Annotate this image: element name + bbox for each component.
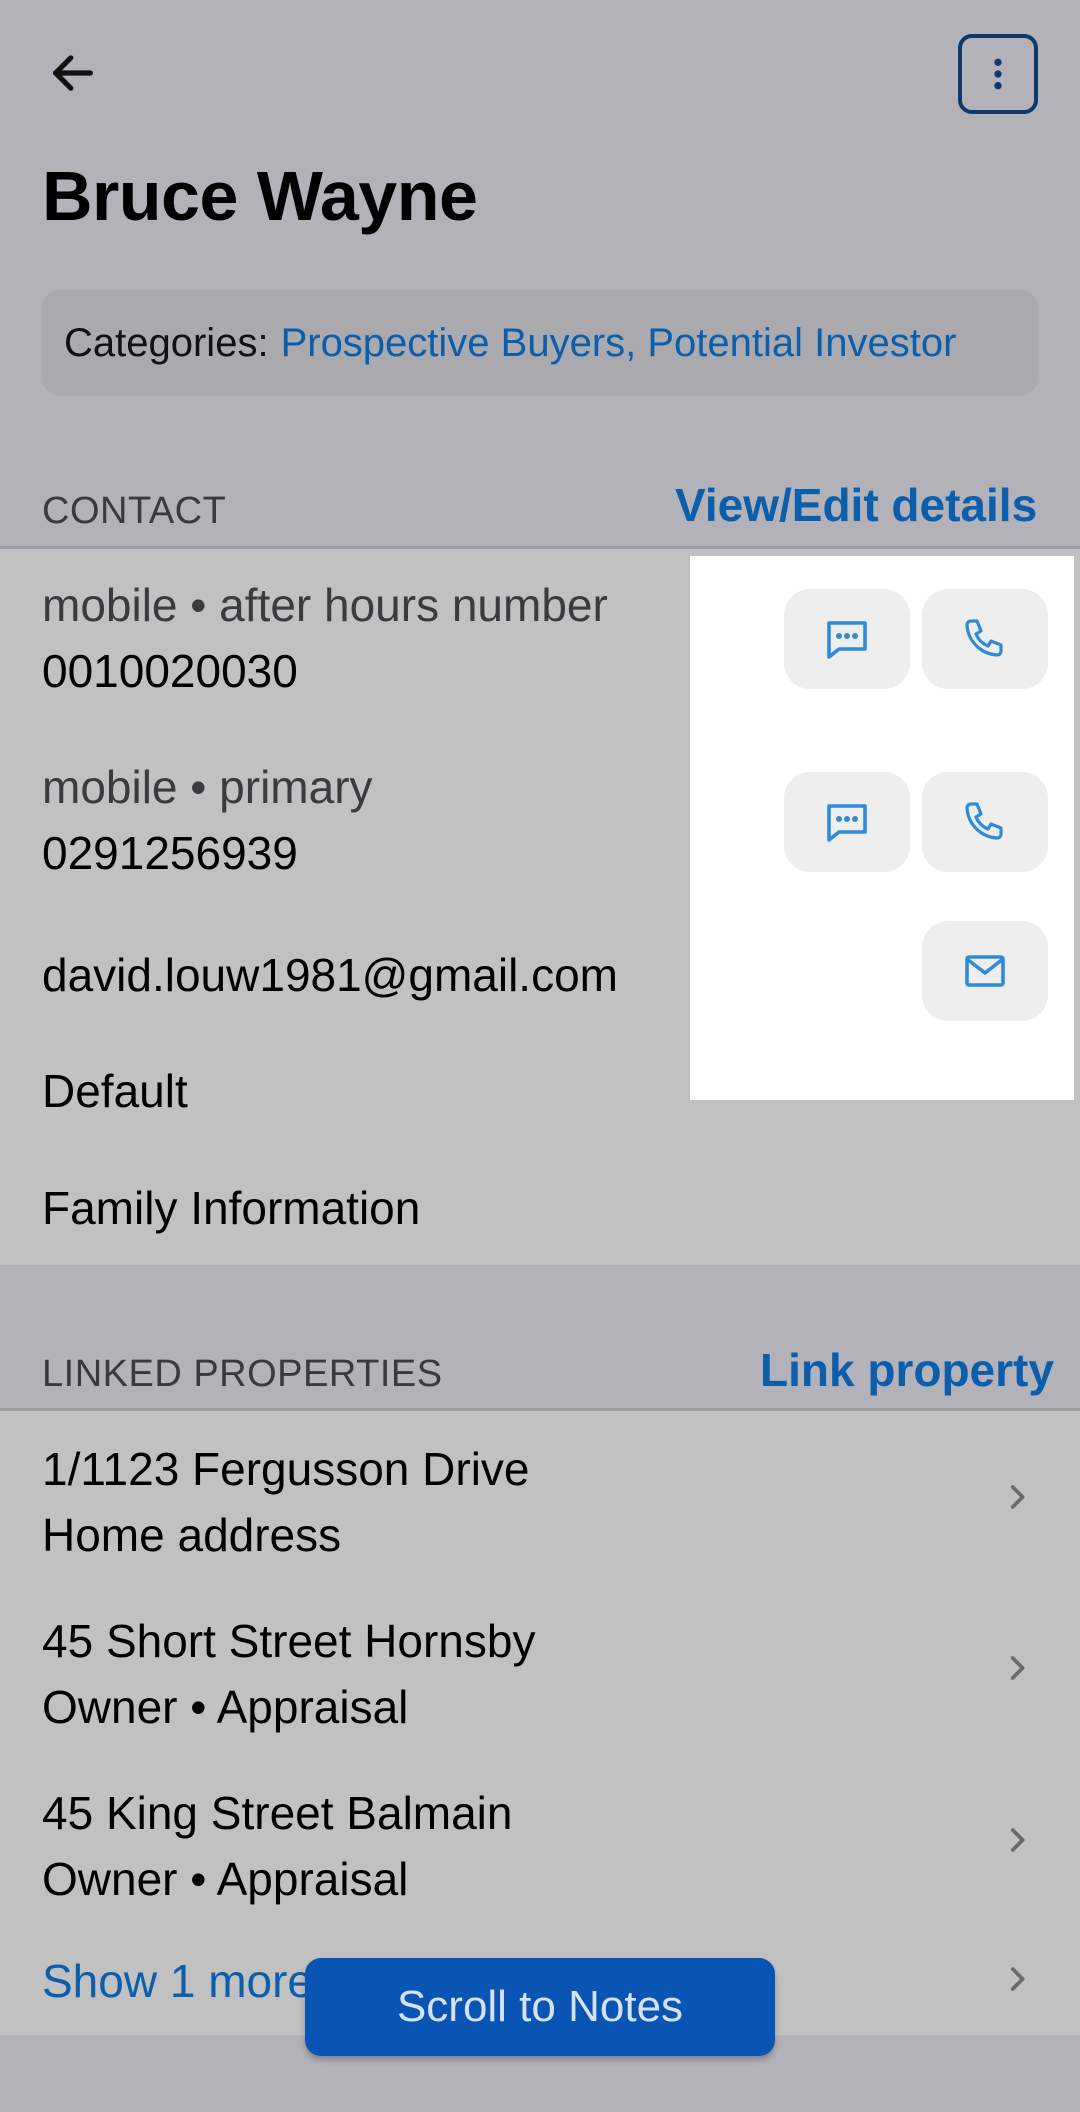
call-button[interactable] xyxy=(922,772,1048,872)
property-item[interactable]: 45 Short Street Hornsby Owner • Appraisa… xyxy=(42,1614,535,1734)
more-options-button[interactable] xyxy=(958,34,1038,114)
email-address[interactable]: david.louw1981@gmail.com xyxy=(42,948,618,1002)
sms-button[interactable] xyxy=(784,772,910,872)
phone-icon xyxy=(965,619,1003,657)
contact-row-primary[interactable]: mobile • primary 0291256939 xyxy=(42,760,373,880)
phone-number: 0291256939 xyxy=(42,827,298,879)
chevron-right-icon xyxy=(992,1472,1042,1522)
phone-icon xyxy=(965,802,1003,840)
property-address: 45 Short Street Hornsby xyxy=(42,1615,536,1667)
call-button[interactable] xyxy=(922,589,1048,689)
property-address: 1/1123 Fergusson Drive xyxy=(42,1443,530,1495)
chevron-right-icon xyxy=(992,1643,1042,1693)
categories-values[interactable]: Prospective Buyers, Potential Investor xyxy=(281,321,957,366)
property-item[interactable]: 1/1123 Fergusson Drive Home address xyxy=(42,1442,530,1562)
contact-row-family-information[interactable]: Family Information xyxy=(42,1181,420,1235)
page-title: Bruce Wayne xyxy=(42,157,478,235)
sms-button[interactable] xyxy=(784,589,910,689)
arrow-left-icon xyxy=(53,55,93,91)
link-property-link[interactable]: Link property xyxy=(760,1343,1054,1397)
email-button[interactable] xyxy=(922,921,1048,1021)
contact-row-after-hours[interactable]: mobile • after hours number 0010020030 xyxy=(42,578,608,698)
phone-number: 0010020030 xyxy=(42,645,298,697)
phone-type: mobile • after hours number xyxy=(42,579,608,631)
message-icon xyxy=(827,621,867,659)
mail-icon xyxy=(965,955,1005,987)
contact-heading: CONTACT xyxy=(42,490,227,532)
message-icon xyxy=(827,804,867,842)
categories-box: Categories: Prospective Buyers, Potentia… xyxy=(42,290,1038,396)
linked-properties-heading: LINKED PROPERTIES xyxy=(42,1353,443,1395)
phone-type: mobile • primary xyxy=(42,761,373,813)
property-role: Owner • Appraisal xyxy=(42,1853,409,1905)
back-button[interactable] xyxy=(30,30,116,116)
scroll-to-notes-label: Scroll to Notes xyxy=(396,1982,684,2031)
contact-row-default[interactable]: Default xyxy=(42,1064,188,1118)
property-role: Owner • Appraisal xyxy=(42,1681,409,1733)
property-item[interactable]: 45 King Street Balmain Owner • Appraisal xyxy=(42,1786,513,1906)
property-role: Home address xyxy=(42,1509,342,1561)
categories-label: Categories: xyxy=(64,320,269,365)
scroll-to-notes-button[interactable]: Scroll to Notes xyxy=(305,1958,775,2056)
view-edit-details-link[interactable]: View/Edit details xyxy=(675,478,1037,532)
chevron-right-icon xyxy=(992,1815,1042,1865)
property-address: 45 King Street Balmain xyxy=(42,1787,513,1839)
show-more-link[interactable]: Show 1 more xyxy=(42,1954,313,2008)
chevron-right-icon xyxy=(992,1954,1042,2004)
more-vertical-icon xyxy=(994,58,1002,90)
